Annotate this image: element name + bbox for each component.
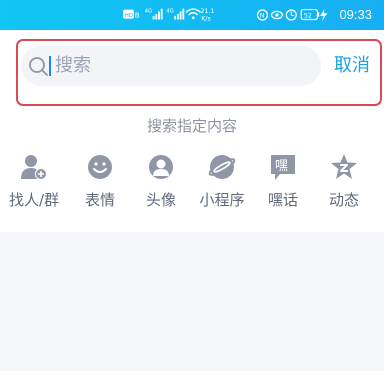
category-label: 头像	[145, 191, 176, 209]
svg-text:B: B	[135, 11, 140, 20]
category-label: 小程序	[199, 191, 245, 209]
svg-text:52: 52	[304, 13, 312, 20]
find-person-icon	[21, 155, 47, 180]
svg-text:HD: HD	[125, 13, 133, 19]
text-cursor	[49, 56, 51, 76]
search-input[interactable]: 搜索	[21, 46, 321, 86]
net-speed-unit: K/s	[201, 15, 211, 22]
svg-text:嘿: 嘿	[275, 159, 288, 174]
category-moments[interactable]: 动态	[314, 150, 374, 212]
nfc-icon: N	[256, 9, 269, 21]
mini-program-icon	[208, 155, 236, 179]
category-heihua[interactable]: 嘿 嘿话	[253, 150, 313, 212]
signal-icon-2: 4G	[166, 8, 185, 20]
category-emoji[interactable]: 表情	[70, 150, 130, 212]
search-hint: 搜索指定内容	[146, 117, 237, 135]
status-bar: HD B 4G 4G 21.1 K/s N 52 09:33	[0, 0, 384, 30]
search-placeholder: 搜索	[55, 55, 91, 76]
search-icon	[29, 57, 48, 76]
signal-icon: 4G	[145, 8, 163, 20]
svg-text:N: N	[260, 13, 265, 20]
status-icons: HD B 4G 4G 21.1 K/s N 52	[123, 8, 328, 22]
category-label: 嘿话	[267, 191, 298, 209]
eye-icon	[270, 10, 283, 20]
category-label: 表情	[84, 191, 115, 209]
emoji-icon	[88, 155, 112, 179]
svg-text:4G: 4G	[145, 8, 153, 14]
avatar-icon	[149, 155, 173, 179]
charging-icon	[320, 8, 328, 22]
alarm-icon	[285, 9, 297, 21]
heihua-icon: 嘿	[271, 155, 295, 180]
wifi-icon	[185, 8, 201, 20]
battery-icon: 52	[300, 9, 320, 21]
category-label: 动态	[328, 191, 359, 209]
moments-icon	[331, 154, 357, 179]
cancel-button[interactable]: 取消	[334, 54, 370, 78]
svg-text:4G: 4G	[166, 8, 174, 14]
category-label: 找人/群	[8, 191, 60, 209]
status-time: 09:33	[339, 7, 372, 22]
net-speed-top: 21.1	[200, 8, 214, 15]
category-mini-program[interactable]: 小程序	[192, 150, 252, 212]
category-avatar[interactable]: 头像	[131, 150, 191, 212]
category-find-person[interactable]: 找人/群	[4, 150, 64, 212]
